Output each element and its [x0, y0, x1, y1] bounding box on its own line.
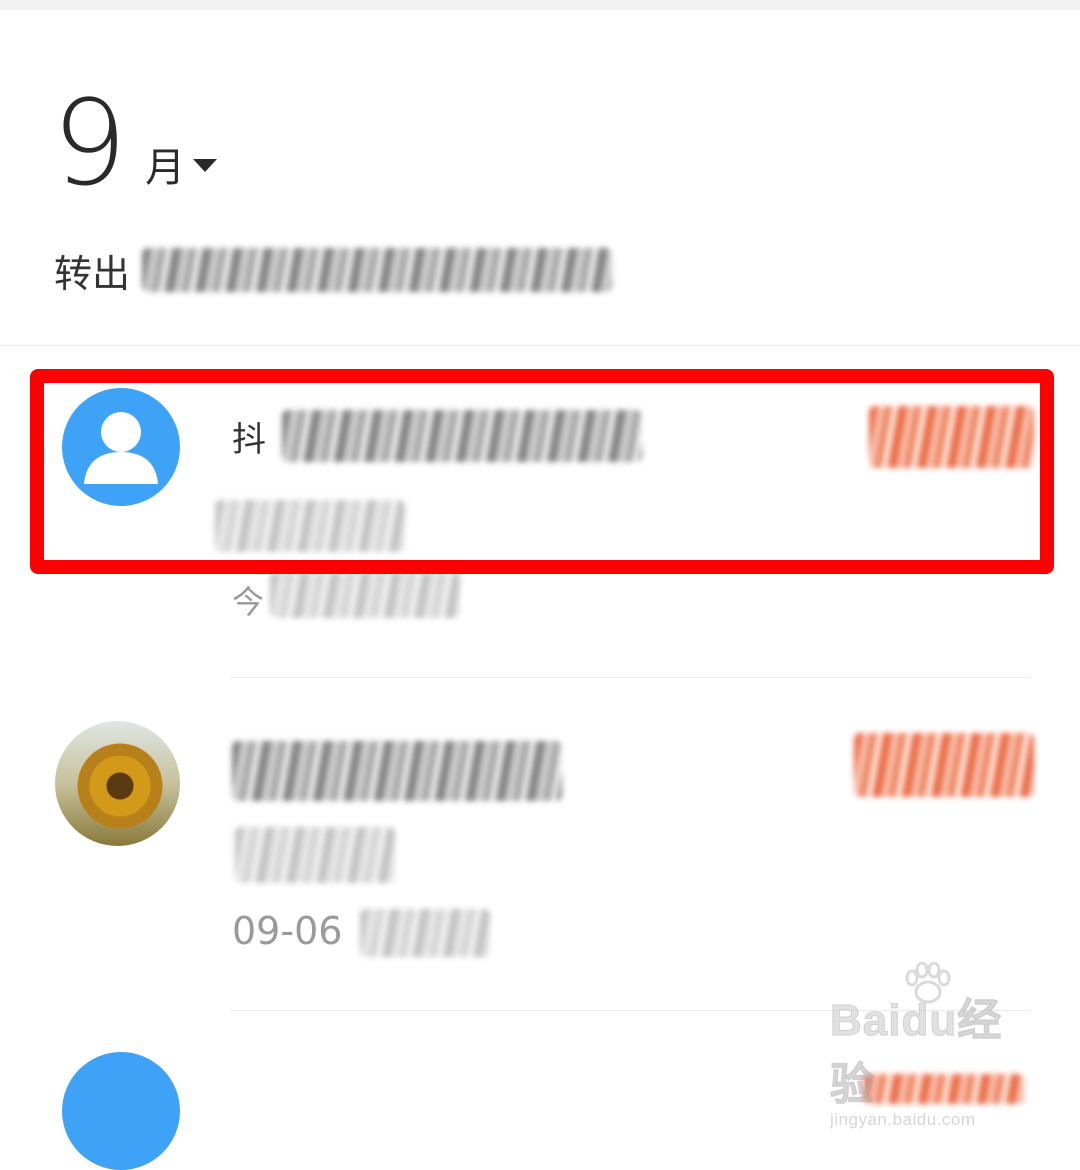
transaction-row[interactable]: 抖 今 — [0, 372, 1080, 672]
transaction-time: 今 — [232, 583, 265, 621]
month-number: 9 — [52, 74, 127, 212]
monthly-summary: 转出 — [54, 240, 613, 300]
redacted-subtitle — [215, 500, 405, 552]
watermark-url: jingyan.baidu.com — [830, 1110, 976, 1129]
status-bar-strip — [0, 0, 1080, 10]
month-selector[interactable]: 9 月 — [52, 72, 218, 212]
row-divider — [230, 677, 1030, 678]
redacted-time — [270, 572, 460, 618]
paw-icon — [905, 962, 951, 1004]
sunflower-avatar-photo — [55, 721, 180, 846]
transaction-title: 抖 — [232, 420, 266, 460]
baidu-jingyan-watermark: Baidu经验 jingyan.baidu.com — [830, 962, 1030, 1129]
redacted-amount — [869, 406, 1034, 468]
caret-down-icon[interactable] — [193, 159, 218, 172]
person-avatar-icon — [62, 388, 180, 506]
redacted-title — [232, 741, 562, 801]
outgoing-label: 转出 — [54, 251, 131, 296]
redacted-amount — [854, 733, 1034, 797]
person-avatar-icon — [62, 1052, 180, 1170]
month-unit-label: 月 — [145, 145, 186, 191]
section-divider — [0, 345, 1080, 346]
transaction-time: 09-06 — [232, 909, 343, 953]
redacted-outgoing-amount — [142, 248, 613, 292]
redacted-title — [282, 410, 642, 462]
transaction-row[interactable]: 09-06 — [0, 705, 1080, 1005]
redacted-time — [360, 909, 490, 957]
redacted-subtitle — [235, 827, 395, 883]
